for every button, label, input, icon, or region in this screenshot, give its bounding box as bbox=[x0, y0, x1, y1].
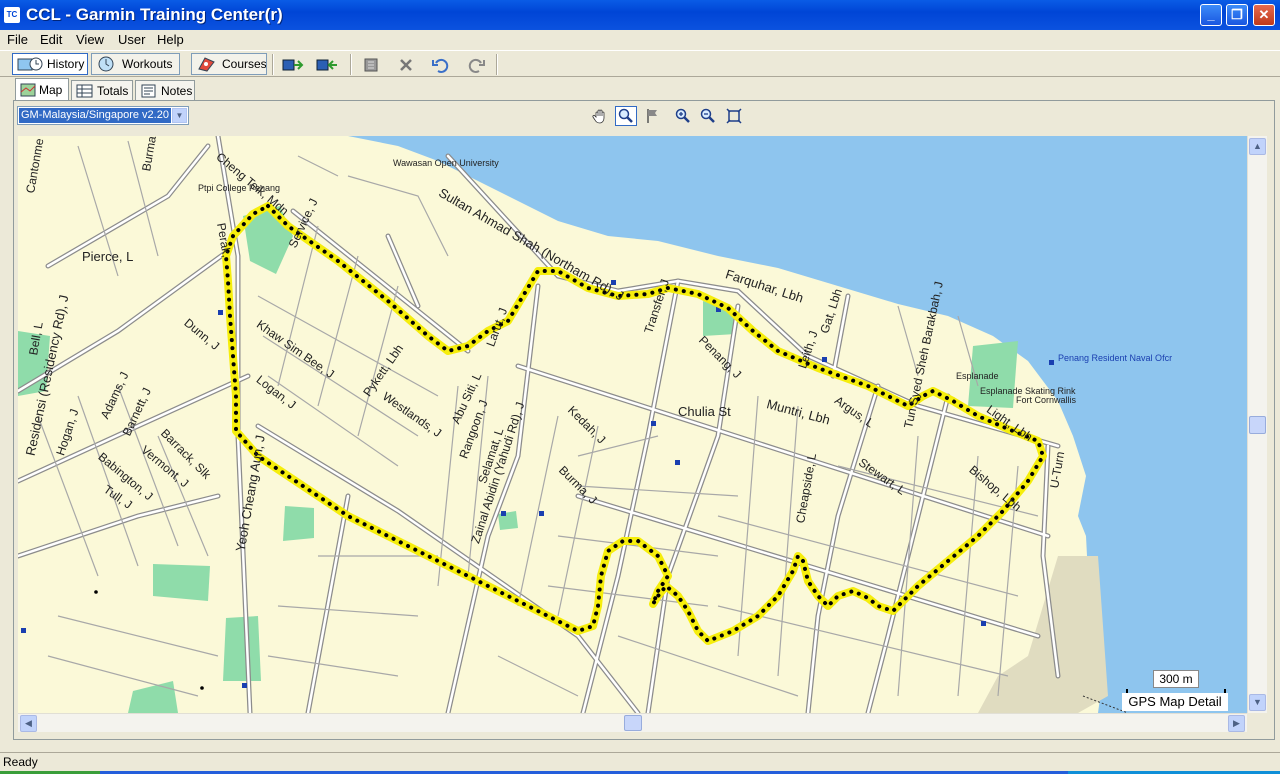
menu-edit[interactable]: Edit bbox=[40, 32, 62, 47]
toolbar-separator bbox=[272, 54, 274, 75]
flag-icon[interactable] bbox=[641, 106, 663, 126]
menu-bar: File Edit View User Help bbox=[0, 30, 1280, 50]
delete-icon[interactable] bbox=[395, 55, 417, 75]
menu-help[interactable]: Help bbox=[157, 32, 184, 47]
courses-icon bbox=[198, 57, 215, 72]
map-icon bbox=[20, 83, 36, 96]
scroll-left-icon[interactable]: ◀ bbox=[20, 715, 37, 732]
map-view[interactable]: Wawasan Open University Ptpi College Pen… bbox=[18, 136, 1247, 713]
maximize-button[interactable]: ❐ bbox=[1226, 4, 1248, 26]
label-wawasan: Wawasan Open University bbox=[393, 158, 499, 168]
label-fort-cornwallis: Fort Cornwallis bbox=[1016, 395, 1077, 405]
toolbar-separator bbox=[496, 54, 498, 75]
scroll-up-icon[interactable]: ▲ bbox=[1249, 138, 1266, 155]
app-icon: TC bbox=[4, 7, 20, 23]
tab-totals[interactable]: Totals bbox=[71, 80, 133, 100]
menu-view[interactable]: View bbox=[76, 32, 104, 47]
zoom-out-icon[interactable] bbox=[697, 106, 719, 126]
status-text: Ready bbox=[3, 755, 38, 769]
map-detail-label: GPS Map Detail bbox=[1122, 693, 1228, 711]
undo-icon[interactable] bbox=[430, 55, 452, 75]
toolbar-separator bbox=[350, 54, 352, 75]
chevron-down-icon[interactable]: ▼ bbox=[172, 108, 187, 123]
tab-map[interactable]: Map bbox=[15, 78, 69, 100]
label-esplanade: Esplanade bbox=[956, 371, 999, 381]
map-product-select[interactable]: GM-Malaysia/Singapore v2.20 ▼ bbox=[17, 106, 189, 125]
minimize-button[interactable]: _ bbox=[1200, 4, 1222, 26]
workouts-icon bbox=[98, 56, 114, 72]
tab-map-label: Map bbox=[39, 82, 63, 97]
close-button[interactable]: ✕ bbox=[1253, 4, 1275, 26]
workouts-button[interactable]: Workouts bbox=[91, 53, 180, 75]
map-product-value: GM-Malaysia/Singapore v2.20 bbox=[19, 108, 171, 123]
courses-button[interactable]: Courses bbox=[191, 53, 267, 75]
workouts-label: Workouts bbox=[122, 57, 173, 71]
main-toolbar: History Workouts Courses bbox=[0, 50, 1280, 77]
vertical-scroll-thumb[interactable] bbox=[1249, 416, 1266, 434]
totals-icon bbox=[76, 84, 93, 97]
import-icon[interactable] bbox=[360, 55, 382, 75]
history-label: History bbox=[47, 57, 85, 71]
history-button[interactable]: History bbox=[12, 53, 88, 75]
status-bar: Ready bbox=[0, 752, 1280, 774]
tab-notes[interactable]: Notes bbox=[135, 80, 195, 100]
send-to-device-icon[interactable] bbox=[282, 55, 304, 75]
label-chulia: Chulia St bbox=[678, 404, 731, 419]
menu-file[interactable]: File bbox=[7, 32, 28, 47]
label-naval-ofcr: Penang Resident Naval Ofcr bbox=[1058, 353, 1173, 363]
notes-icon bbox=[141, 84, 156, 97]
port-area bbox=[978, 556, 1108, 713]
menu-user[interactable]: User bbox=[118, 32, 145, 47]
label-pierce: Pierce, L bbox=[82, 249, 134, 264]
tab-totals-label: Totals bbox=[97, 83, 129, 98]
courses-label: Courses bbox=[222, 57, 267, 71]
zoom-tool-icon[interactable] bbox=[615, 106, 637, 126]
fit-extent-icon[interactable] bbox=[723, 106, 745, 126]
map-canvas bbox=[18, 136, 1247, 713]
horizontal-scroll-thumb[interactable] bbox=[624, 715, 642, 731]
scroll-right-icon[interactable]: ▶ bbox=[1228, 715, 1245, 732]
receive-from-device-icon[interactable] bbox=[316, 55, 338, 75]
zoom-in-icon[interactable] bbox=[672, 106, 694, 126]
map-scale-label: 300 m bbox=[1153, 670, 1199, 688]
vertical-scrollbar[interactable]: ▲ ▼ bbox=[1247, 136, 1267, 713]
scroll-down-icon[interactable]: ▼ bbox=[1249, 694, 1266, 711]
horizontal-scrollbar[interactable]: ◀ ▶ bbox=[18, 713, 1247, 732]
redo-icon[interactable] bbox=[465, 55, 487, 75]
history-icon bbox=[17, 57, 43, 71]
title-bar: TC CCL - Garmin Training Center(r) _ ❐ ✕ bbox=[0, 0, 1280, 30]
pan-hand-icon[interactable] bbox=[589, 106, 611, 126]
tab-notes-label: Notes bbox=[161, 83, 193, 98]
window-title: CCL - Garmin Training Center(r) bbox=[26, 5, 283, 24]
